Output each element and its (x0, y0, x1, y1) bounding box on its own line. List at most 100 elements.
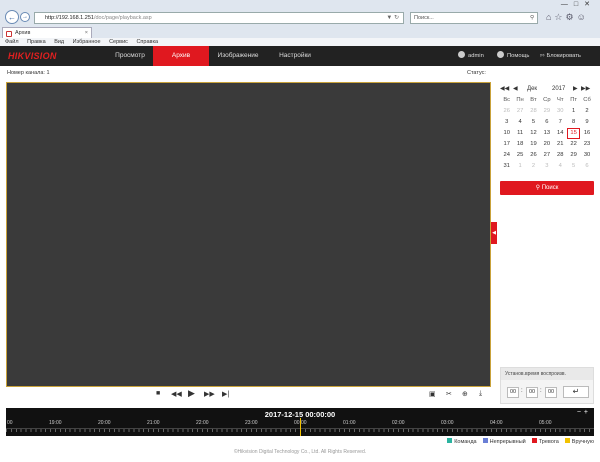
prev-year-icon[interactable]: ◀◀ (500, 83, 509, 95)
calendar-day[interactable]: 14 (554, 128, 567, 139)
timeline[interactable]: 2017-12-15 00:00:00 −+ 00 19:00 20:00 21:00… (6, 408, 594, 436)
menu-favorites[interactable]: Избранное (73, 39, 101, 45)
legend-label: Вручную (571, 438, 594, 445)
calendar-day[interactable]: 20 (540, 139, 553, 150)
calendar-day[interactable]: 6 (540, 117, 553, 128)
calendar-day[interactable]: 13 (540, 128, 553, 139)
calendar-day[interactable]: 27 (540, 150, 553, 161)
calendar-day[interactable]: 25 (513, 150, 526, 161)
calendar-day[interactable]: 26 (500, 106, 513, 117)
calendar-day[interactable]: 4 (554, 161, 567, 172)
frame-step-icon[interactable]: ▶| (222, 390, 229, 398)
calendar-day[interactable]: 5 (567, 161, 580, 172)
menu-file[interactable]: Файл (5, 39, 19, 45)
calendar-day[interactable]: 23 (580, 139, 593, 150)
calendar-day[interactable]: 17 (500, 139, 513, 150)
calendar-day[interactable]: 29 (567, 150, 580, 161)
goto-time-button[interactable]: ↵ (563, 386, 589, 398)
timeline-hour-label: 20:00 (98, 420, 111, 426)
slow-forward-icon[interactable]: ◀◀ (171, 390, 182, 398)
browser-search-input[interactable]: Поиск... ⚲ (410, 12, 538, 24)
refresh-icon[interactable]: ▼ ↻ (386, 13, 399, 23)
forward-icon[interactable]: → (20, 12, 30, 22)
timeline-hour-label: 21:00 (147, 420, 160, 426)
timeline-cursor[interactable] (300, 418, 301, 436)
calendar-day[interactable]: 27 (513, 106, 526, 117)
next-year-icon[interactable]: ▶▶ (581, 83, 590, 95)
calendar-day[interactable]: 19 (527, 139, 540, 150)
calendar-day[interactable]: 24 (500, 150, 513, 161)
calendar-day[interactable]: 30 (580, 150, 593, 161)
calendar-day[interactable]: 9 (580, 117, 593, 128)
play-icon[interactable]: ▶ (188, 388, 195, 399)
menu-edit[interactable]: Правка (27, 39, 46, 45)
window-controls[interactable]: —□✕ (561, 0, 596, 8)
calendar-day[interactable]: 29 (540, 106, 553, 117)
weekday-header: Вс (503, 97, 511, 103)
calendar-day[interactable]: 28 (527, 106, 540, 117)
calendar-day[interactable]: 12 (527, 128, 540, 139)
timeline-zoom-controls[interactable]: −+ (577, 409, 591, 416)
search-icon[interactable]: ⚲ (530, 13, 534, 23)
calendar-year[interactable]: 2017 (552, 83, 565, 95)
menu-tools[interactable]: Сервис (109, 39, 128, 45)
back-icon[interactable]: ← (5, 10, 19, 24)
calendar-day[interactable]: 8 (567, 117, 580, 128)
legend-item: Команда (447, 438, 477, 445)
download-icon[interactable]: ⤓ (479, 390, 482, 398)
hour-field[interactable]: 00 (507, 387, 519, 398)
calendar-day[interactable]: 1 (567, 106, 580, 117)
stop-icon[interactable]: ■ (156, 390, 160, 397)
help-button[interactable]: Помощь (497, 46, 529, 66)
menu-view[interactable]: Вид (54, 39, 64, 45)
tab-settings[interactable]: Настройки (272, 46, 318, 66)
legend-label: Тревога (538, 438, 559, 445)
calendar-day[interactable]: 28 (554, 150, 567, 161)
calendar-day[interactable]: 21 (554, 139, 567, 150)
home-star-gear-icons[interactable]: ⌂☆⚙☺ (546, 12, 589, 23)
tab-playback[interactable]: Архив (153, 46, 209, 66)
tab-image[interactable]: Изображение (211, 46, 265, 66)
calendar-day[interactable]: 30 (554, 106, 567, 117)
calendar-day[interactable]: 15 (566, 128, 581, 139)
calendar-day[interactable]: 2 (580, 106, 593, 117)
collapse-panel-button[interactable]: ◀ (491, 222, 497, 244)
calendar-month[interactable]: Дек (527, 83, 537, 95)
user-menu[interactable]: admin (458, 46, 484, 66)
timeline-hour-label: 01:00 (343, 420, 356, 426)
calendar-day[interactable]: 26 (527, 150, 540, 161)
weekday-header: Чт (556, 97, 564, 103)
second-field[interactable]: 00 (545, 387, 557, 398)
calendar-day[interactable]: 6 (580, 161, 593, 172)
clip-icon[interactable]: ✂ (446, 390, 452, 398)
video-window[interactable] (6, 82, 491, 387)
capture-icon[interactable]: ▣ (429, 390, 436, 398)
calendar-day[interactable]: 2 (527, 161, 540, 172)
search-button[interactable]: ⚲ Поиск (500, 181, 594, 195)
tab-live-view[interactable]: Просмотр (105, 46, 155, 66)
weekday-header: Ср (543, 97, 551, 103)
user-icon (458, 51, 465, 58)
calendar-day[interactable]: 10 (500, 128, 513, 139)
calendar-day[interactable]: 5 (527, 117, 540, 128)
lock-button[interactable]: ⇰ Блокировать (540, 46, 581, 66)
calendar-day[interactable]: 4 (513, 117, 526, 128)
weekday-header: Вт (530, 97, 537, 103)
calendar-day[interactable]: 31 (500, 161, 513, 172)
calendar-day[interactable]: 18 (513, 139, 526, 150)
calendar-day[interactable]: 16 (580, 128, 593, 139)
calendar-day[interactable]: 7 (554, 117, 567, 128)
calendar-day[interactable]: 22 (567, 139, 580, 150)
calendar-day[interactable]: 3 (540, 161, 553, 172)
prev-month-icon[interactable]: ◀ (513, 83, 518, 95)
weekday-header: Пн (516, 97, 524, 103)
minute-field[interactable]: 00 (526, 387, 538, 398)
calendar-day[interactable]: 11 (513, 128, 526, 139)
next-month-icon[interactable]: ▶ (573, 83, 578, 95)
calendar-day[interactable]: 3 (500, 117, 513, 128)
menu-help[interactable]: Справка (136, 39, 158, 45)
address-bar[interactable]: http://192.168.1.251/doc/page/playback.a… (34, 12, 404, 24)
zoom-icon[interactable]: ⊕ (462, 390, 468, 398)
calendar-day[interactable]: 1 (513, 161, 526, 172)
fast-forward-icon[interactable]: ▶▶ (204, 390, 215, 398)
